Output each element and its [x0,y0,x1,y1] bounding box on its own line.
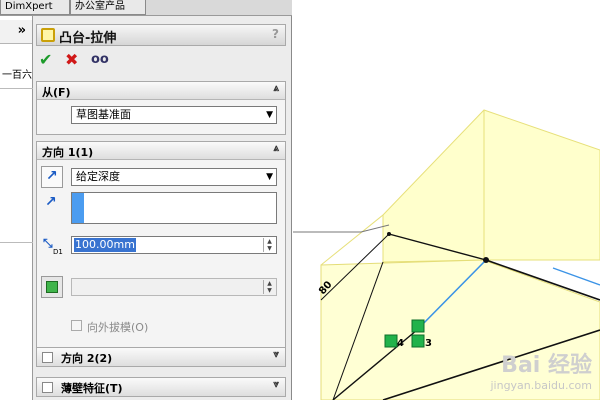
help-button[interactable]: ? [272,27,279,41]
ok-button[interactable]: ✔ [39,50,52,70]
draft-toggle-button[interactable] [41,276,63,298]
end-condition-select[interactable]: 给定深度 ▼ [71,168,277,186]
sketch-line-selected[interactable] [552,267,600,286]
draft-angle-input[interactable]: ▲ ▼ [71,278,277,296]
tab-dimxpert[interactable]: DimXpert [0,0,70,15]
top-tab-strip: DimXpert 办公室产品 [0,0,292,16]
thin-feature-group-header[interactable]: 薄壁特征(T) ⩔ [37,378,285,396]
cancel-button[interactable]: ✖ [65,50,78,70]
direction-of-extrusion-list[interactable] [71,192,277,224]
relation-label: 3 [425,338,432,349]
tab-label: 办公室产品 [75,1,125,12]
thin-feature-checkbox[interactable] [42,382,53,393]
graphics-viewport[interactable]: 4 3 80 Bai 经验 jingyan.baidu.com [293,0,600,400]
thin-feature-group: 薄壁特征(T) ⩔ [36,377,286,397]
direction1-group-header[interactable]: 方向 1(1) ⩓ [37,142,285,160]
direction2-checkbox[interactable] [42,352,53,363]
start-condition-select[interactable]: 草图基准面 ▼ [71,106,277,124]
tab-office-products[interactable]: 办公室产品 [70,0,146,15]
boss-extrude-icon [41,28,55,42]
collapse-icon[interactable]: ⩓ [273,143,279,154]
feature-title: 凸台-拉伸 [59,31,117,46]
direction2-group-header[interactable]: 方向 2(2) ⩔ [37,348,285,366]
group-title: 方向 1(1) [42,146,94,159]
divider [0,242,33,243]
property-manager: 凸台-拉伸 ? ✔ ✖ oo 从(F) ⩓ 草图基准面 ▼ 方向 1(1) ⩓ … [33,16,292,400]
depth-label: D1 [53,248,63,256]
draft-outward-checkbox[interactable] [71,320,82,331]
direction-vector-icon: ↗ [45,194,57,210]
dropdown-arrow-icon: ▼ [266,172,273,182]
model-canvas[interactable]: 4 3 80 [293,0,600,400]
group-title: 从(F) [42,86,71,99]
watermark-main: Bai 经验 [501,353,592,378]
expand-panel-button[interactable]: » [0,20,32,44]
box-edge [320,214,384,266]
depth-input[interactable]: 100.00mm ▲ ▼ [71,236,277,254]
depth-icon: ⤡ [43,236,53,250]
expand-icon[interactable]: ⩔ [273,379,279,390]
reverse-direction-button[interactable]: ↗ [41,166,63,188]
group-title: 薄壁特征(T) [61,382,123,395]
watermark: Bai 经验 jingyan.baidu.com [490,347,592,392]
collapse-icon[interactable]: ⩓ [273,83,279,94]
draft-icon [46,281,58,293]
depth-spinner[interactable]: ▲ ▼ [263,238,275,252]
select-value: 草图基准面 [76,108,131,121]
detailed-preview-button[interactable]: oo [91,50,109,70]
tab-label: DimXpert [5,1,53,12]
dropdown-arrow-icon: ▼ [266,110,273,120]
group-title: 方向 2(2) [61,352,113,365]
from-group: 从(F) ⩓ 草图基准面 ▼ [36,81,286,135]
from-group-header[interactable]: 从(F) ⩓ [37,82,285,100]
select-value: 给定深度 [76,170,120,183]
active-selection-indicator [72,193,84,223]
direction1-group: 方向 1(1) ⩓ ↗ 给定深度 ▼ ↗ ⤡ D1 100.00mm ▲ ▼ ▲ ▼… [36,141,286,353]
reverse-direction-icon: ↗ [46,168,58,184]
depth-value: 100.00mm [74,238,136,252]
relation-marker[interactable] [384,334,398,348]
divider [0,88,33,89]
box-top-face [382,109,600,263]
feature-tree-pane: » 一百六 [0,16,33,400]
chevron-right-icon: » [17,23,26,38]
relation-label: 4 [397,338,404,349]
sketch-point[interactable] [483,257,489,263]
expand-icon[interactable]: ⩔ [273,349,279,360]
feature-title-bar: 凸台-拉伸 ? [36,24,286,46]
draft-spinner[interactable]: ▲ ▼ [263,280,275,294]
watermark-url: jingyan.baidu.com [490,379,592,392]
relation-marker[interactable] [411,334,425,348]
relation-marker[interactable] [411,319,425,333]
sketch-point[interactable] [387,232,391,236]
direction2-group: 方向 2(2) ⩔ [36,347,286,367]
draft-outward-label: 向外拔模(O) [87,321,149,334]
tree-item-truncated[interactable]: 一百六 [2,66,33,82]
